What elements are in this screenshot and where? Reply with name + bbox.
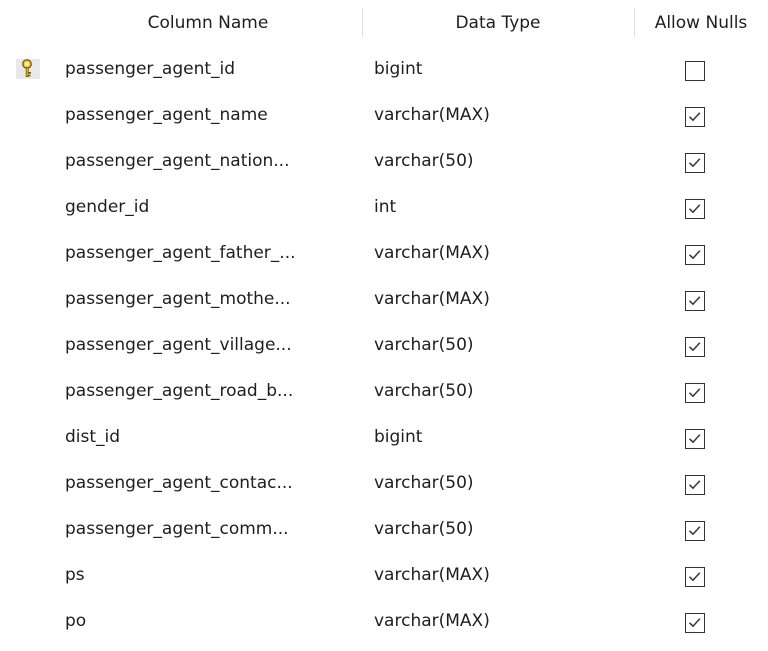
row-selector[interactable] (0, 46, 54, 92)
column-name-cell[interactable]: passenger_agent_village... (54, 326, 362, 364)
allow-nulls-checkbox[interactable] (685, 475, 705, 495)
allow-nulls-checkbox[interactable] (685, 429, 705, 449)
header-column-name[interactable]: Column Name (54, 0, 362, 46)
check-icon (688, 526, 701, 536)
check-icon (688, 296, 701, 306)
table-row[interactable]: passenger_agent_road_b... varchar(50) (0, 368, 768, 414)
table-row[interactable]: passenger_agent_name varchar(MAX) (0, 92, 768, 138)
table-row[interactable]: passenger_agent_father_... varchar(MAX) (0, 230, 768, 276)
allow-nulls-checkbox[interactable] (685, 337, 705, 357)
check-icon (688, 618, 701, 628)
allow-nulls-cell (634, 142, 768, 180)
column-name-cell[interactable]: dist_id (54, 418, 362, 456)
check-icon (688, 250, 701, 260)
data-type-cell[interactable]: varchar(50) (362, 142, 634, 180)
table-row[interactable]: passenger_agent_village... varchar(50) (0, 322, 768, 368)
row-selector[interactable] (0, 184, 54, 230)
allow-nulls-checkbox[interactable] (685, 613, 705, 633)
allow-nulls-cell (634, 188, 768, 226)
data-type-cell[interactable]: varchar(MAX) (362, 602, 634, 640)
allow-nulls-checkbox[interactable] (685, 521, 705, 541)
data-type-cell[interactable]: varchar(50) (362, 326, 634, 364)
column-name-cell[interactable]: passenger_agent_father_... (54, 234, 362, 272)
row-selector[interactable] (0, 230, 54, 276)
column-name-cell[interactable]: passenger_agent_comm... (54, 510, 362, 548)
data-type-cell[interactable]: varchar(50) (362, 372, 634, 410)
table-row[interactable]: ps varchar(MAX) (0, 552, 768, 598)
allow-nulls-cell (634, 602, 768, 640)
table-row[interactable]: dist_id bigint (0, 414, 768, 460)
allow-nulls-checkbox[interactable] (685, 245, 705, 265)
data-type-cell[interactable]: varchar(MAX) (362, 96, 634, 134)
column-name-cell[interactable]: ps (54, 556, 362, 594)
data-type-cell[interactable]: varchar(MAX) (362, 280, 634, 318)
column-name-cell[interactable]: passenger_agent_nation... (54, 142, 362, 180)
data-type-cell[interactable]: bigint (362, 418, 634, 456)
check-icon (688, 158, 701, 168)
row-selector[interactable] (0, 506, 54, 552)
allow-nulls-cell (634, 556, 768, 594)
column-name-cell[interactable]: gender_id (54, 188, 362, 226)
grid-header: Column Name Data Type Allow Nulls (0, 0, 768, 46)
allow-nulls-checkbox[interactable] (685, 61, 705, 81)
check-icon (688, 112, 701, 122)
data-type-cell[interactable]: varchar(MAX) (362, 234, 634, 272)
table-row[interactable]: passenger_agent_id bigint (0, 46, 768, 92)
row-selector[interactable] (0, 460, 54, 506)
row-selector[interactable] (0, 414, 54, 460)
check-icon (688, 480, 701, 490)
allow-nulls-cell (634, 326, 768, 364)
check-icon (688, 204, 701, 214)
table-row[interactable]: gender_id int (0, 184, 768, 230)
data-type-cell[interactable]: varchar(MAX) (362, 556, 634, 594)
table-row[interactable]: po varchar(MAX) (0, 598, 768, 644)
column-name-cell[interactable]: po (54, 602, 362, 640)
allow-nulls-cell (634, 418, 768, 456)
allow-nulls-checkbox[interactable] (685, 199, 705, 219)
check-icon (688, 572, 701, 582)
key-icon (16, 59, 40, 79)
table-row[interactable]: passenger_agent_comm... varchar(50) (0, 506, 768, 552)
column-name-cell[interactable]: passenger_agent_name (54, 96, 362, 134)
data-type-cell[interactable]: bigint (362, 50, 634, 88)
check-icon (688, 388, 701, 398)
header-data-type[interactable]: Data Type (362, 0, 634, 46)
column-name-cell[interactable]: passenger_agent_mothe... (54, 280, 362, 318)
row-selector[interactable] (0, 552, 54, 598)
allow-nulls-checkbox[interactable] (685, 567, 705, 587)
allow-nulls-cell (634, 464, 768, 502)
header-allow-nulls[interactable]: Allow Nulls (634, 0, 768, 46)
column-name-cell[interactable]: passenger_agent_id (54, 50, 362, 88)
column-name-cell[interactable]: passenger_agent_road_b... (54, 372, 362, 410)
column-name-cell[interactable]: passenger_agent_contac... (54, 464, 362, 502)
row-selector[interactable] (0, 322, 54, 368)
row-selector[interactable] (0, 368, 54, 414)
table-row[interactable]: passenger_agent_nation... varchar(50) (0, 138, 768, 184)
check-icon (688, 434, 701, 444)
data-type-cell[interactable]: varchar(50) (362, 464, 634, 502)
table-row[interactable]: passenger_agent_mothe... varchar(MAX) (0, 276, 768, 322)
allow-nulls-cell (634, 280, 768, 318)
allow-nulls-checkbox[interactable] (685, 153, 705, 173)
row-selector[interactable] (0, 92, 54, 138)
allow-nulls-cell (634, 96, 768, 134)
allow-nulls-checkbox[interactable] (685, 383, 705, 403)
row-selector[interactable] (0, 276, 54, 322)
allow-nulls-cell (634, 372, 768, 410)
check-icon (688, 342, 701, 352)
allow-nulls-cell (634, 234, 768, 272)
row-selector[interactable] (0, 598, 54, 644)
table-designer: Column Name Data Type Allow Nulls passen… (0, 0, 768, 651)
allow-nulls-cell (634, 510, 768, 548)
row-selector[interactable] (0, 138, 54, 184)
allow-nulls-checkbox[interactable] (685, 291, 705, 311)
data-type-cell[interactable]: int (362, 188, 634, 226)
table-row[interactable]: passenger_agent_contac... varchar(50) (0, 460, 768, 506)
allow-nulls-checkbox[interactable] (685, 107, 705, 127)
allow-nulls-cell (634, 50, 768, 88)
data-type-cell[interactable]: varchar(50) (362, 510, 634, 548)
